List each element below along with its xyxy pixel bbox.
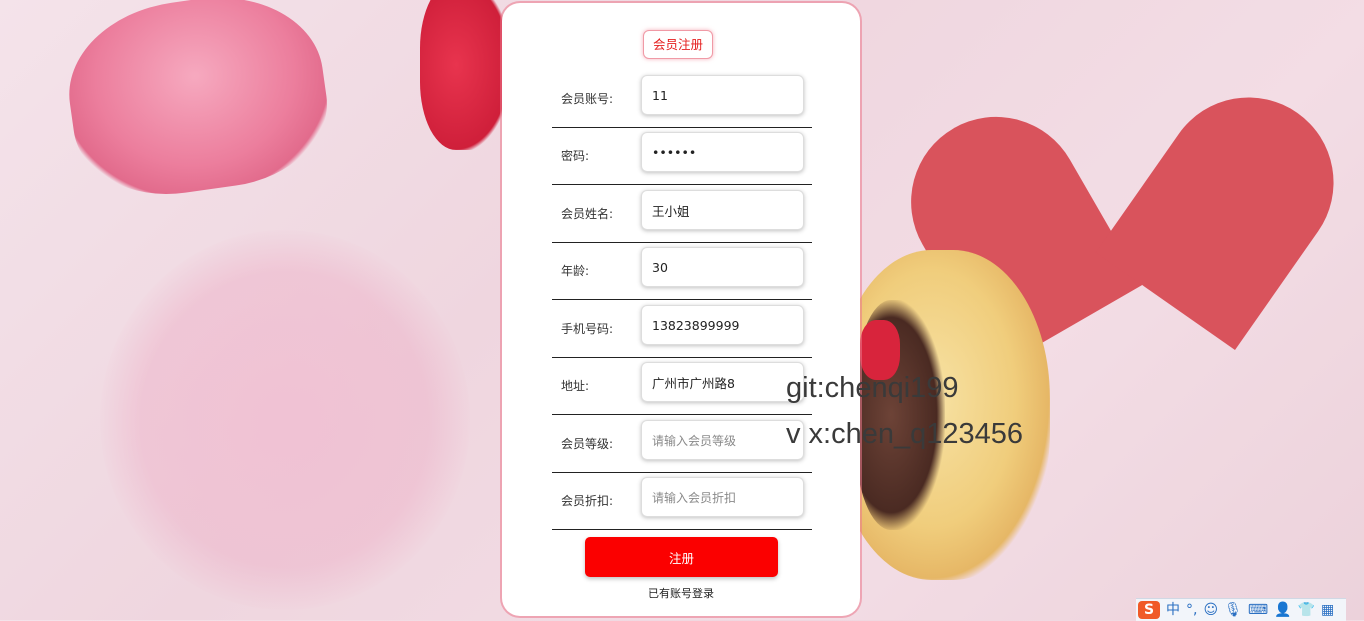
field-label: 手机号码: <box>561 322 614 336</box>
field-label: 年龄: <box>561 264 590 278</box>
field-label: 会员等级: <box>561 437 614 451</box>
field-label: 地址: <box>561 379 590 393</box>
heart-paper-decoration <box>100 230 470 610</box>
register-button[interactable]: 注册 <box>585 537 778 577</box>
form-title: 会员注册 <box>643 30 714 59</box>
field-row-age: 年龄: 30 <box>552 242 812 300</box>
field-label: 密码: <box>561 149 590 163</box>
red-cupcake-liner <box>420 0 510 150</box>
field-label: 会员姓名: <box>561 207 614 221</box>
field-row-phone: 手机号码: 13823899999 <box>552 300 812 358</box>
register-card: 会员注册 会员账号: 11 密码: •••••• 会员姓名: 王小姐 年龄: 3… <box>502 3 860 616</box>
smiley-icon[interactable]: ☺ <box>1203 599 1218 621</box>
field-row-account: 会员账号: 11 <box>552 70 812 128</box>
sogou-logo-icon[interactable]: S <box>1138 601 1160 619</box>
field-row-password: 密码: •••••• <box>552 127 812 185</box>
keyboard-icon[interactable]: ⌨ <box>1248 599 1268 621</box>
field-row-level: 会员等级: 请输入会员等级 <box>552 415 812 473</box>
shirt-icon[interactable]: 👕 <box>1298 599 1315 621</box>
user-icon[interactable]: 👤 <box>1274 599 1291 621</box>
field-row-name: 会员姓名: 王小姐 <box>552 185 812 243</box>
name-input[interactable]: 王小姐 <box>641 190 804 230</box>
ime-toolbar: S 中 °, ☺ 🎙 ⌨ 👤 👕 ▦ <box>1136 598 1346 621</box>
discount-input[interactable]: 请输入会员折扣 <box>641 477 804 517</box>
watermark-line-1: git:chenqi199 <box>786 372 959 404</box>
watermark-line-2: v x:chen_q123456 <box>786 418 1024 450</box>
grid-icon[interactable]: ▦ <box>1321 599 1334 621</box>
strawberry <box>860 320 900 380</box>
age-input[interactable]: 30 <box>641 247 804 287</box>
login-link[interactable]: 已有账号登录 <box>502 585 860 601</box>
field-row-discount: 会员折扣: 请输入会员折扣 <box>552 472 812 530</box>
address-input[interactable]: 广州市广州路8 <box>641 362 804 402</box>
ime-mode-toggle[interactable]: 中 <box>1166 599 1180 621</box>
pink-cupcake-liner <box>58 0 337 207</box>
password-input[interactable]: •••••• <box>641 132 804 172</box>
account-input[interactable]: 11 <box>641 75 804 115</box>
field-label: 会员折扣: <box>561 494 614 508</box>
level-input[interactable]: 请输入会员等级 <box>641 420 804 460</box>
field-label: 会员账号: <box>561 92 614 106</box>
field-row-address: 地址: 广州市广州路8 <box>552 357 812 415</box>
ime-punct-toggle[interactable]: °, <box>1186 599 1197 621</box>
phone-input[interactable]: 13823899999 <box>641 305 804 345</box>
microphone-icon[interactable]: 🎙 <box>1224 599 1242 621</box>
